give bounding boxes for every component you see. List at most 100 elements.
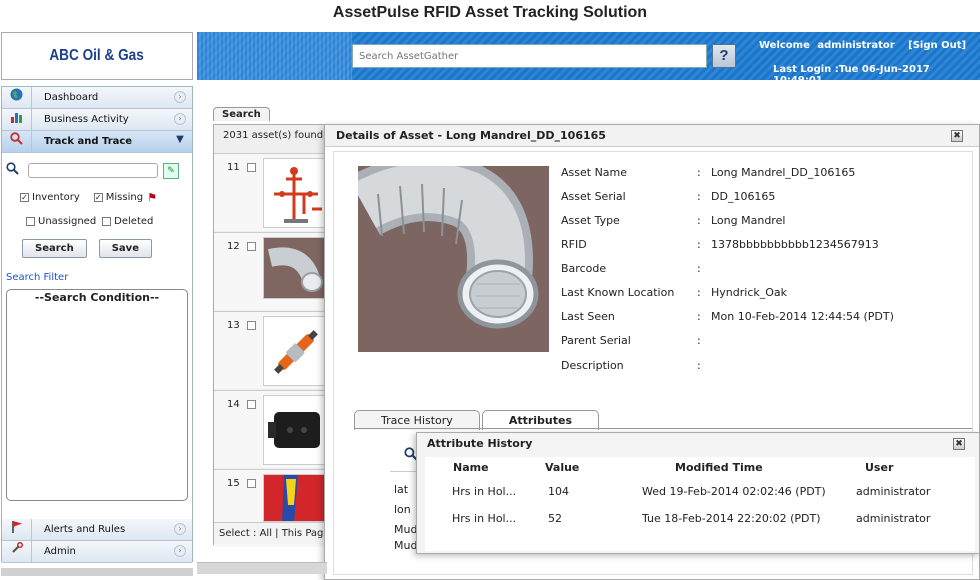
- header-decoration: [197, 32, 352, 80]
- missing-label: Missing: [105, 192, 144, 203]
- field-description: Description:: [561, 359, 701, 372]
- field-asset-serial: Asset Serial: DD_106165: [561, 190, 776, 203]
- tab-trace-history[interactable]: Trace History: [354, 410, 480, 430]
- sidebar-item-label: Track and Trace: [44, 136, 133, 147]
- field-label: Last Known Location: [561, 286, 675, 299]
- field-label: Description: [561, 359, 624, 372]
- last-login: Last Login :Tue 06-Jun-2017 10:49:01: [773, 64, 930, 86]
- field-value: 1378bbbbbbbbbb1234567913: [711, 238, 879, 251]
- dialog-title: Attribute History: [427, 437, 533, 450]
- track-trace-panel: ✎ Inventory Missing ⚑ Unassigned Deleted…: [2, 153, 192, 525]
- sidebar-item-admin[interactable]: Admin ›: [2, 541, 192, 563]
- asset-thumbnail[interactable]: [263, 316, 327, 386]
- check-row: Unassigned Deleted: [26, 216, 188, 227]
- row-number: 13: [227, 320, 240, 331]
- globe-icon: [2, 87, 32, 108]
- cell-value: 104: [548, 485, 569, 498]
- search-filter-link[interactable]: Search Filter: [6, 272, 188, 283]
- chevron-right-icon: ›: [174, 545, 186, 557]
- row-number: 12: [227, 241, 240, 252]
- field-rfid: RFID: 1378bbbbbbbbbb1234567913: [561, 238, 879, 251]
- field-label: Asset Name: [561, 166, 628, 179]
- search-icon: [6, 162, 28, 179]
- welcome-label: Welcome: [759, 40, 810, 51]
- field-value: Long Mandrel_DD_106165: [711, 166, 856, 179]
- list-item[interactable]: 11: [214, 153, 329, 231]
- check-row: Inventory Missing ⚑: [20, 191, 188, 204]
- close-icon[interactable]: ✖: [953, 438, 965, 450]
- sidebar-item-dashboard[interactable]: Dashboard ›: [2, 87, 192, 109]
- selection-footer[interactable]: Select : All | This Page: [214, 522, 329, 544]
- close-icon[interactable]: ✖: [951, 130, 963, 142]
- inventory-checkbox[interactable]: [20, 193, 29, 202]
- list-item[interactable]: 14: [214, 390, 329, 468]
- row-checkbox[interactable]: [247, 479, 256, 488]
- field-barcode: Barcode:: [561, 262, 701, 275]
- wrench-icon: [2, 541, 32, 562]
- field-label: Parent Serial: [561, 334, 631, 347]
- tab-attributes[interactable]: Attributes: [481, 410, 600, 430]
- row-checkbox[interactable]: [247, 400, 256, 409]
- help-button[interactable]: ?: [712, 44, 736, 68]
- attribute-history-dialog: Attribute History ✖ Name Value Modified …: [416, 432, 980, 554]
- field-value: Mon 10-Feb-2014 12:44:54 (PDT): [711, 310, 894, 323]
- filter-input[interactable]: [28, 163, 158, 178]
- row-checkbox[interactable]: [247, 163, 256, 172]
- column-header-name[interactable]: Name: [453, 461, 489, 474]
- sidebar: Dashboard › Business Activity › Track an…: [1, 86, 193, 563]
- field-value: DD_106165: [711, 190, 776, 203]
- asset-thumbnail[interactable]: [263, 158, 327, 228]
- dialog-title: Details of Asset - Long Mandrel_DD_10616…: [325, 125, 979, 147]
- row-number: 15: [227, 478, 240, 489]
- search-condition-title: --Search Condition--: [34, 291, 160, 304]
- horizontal-scrollbar[interactable]: [197, 562, 327, 574]
- chevron-down-icon: ▼: [176, 134, 184, 145]
- sidebar-bottom: Alerts and Rules › Admin ›: [2, 519, 192, 563]
- button-row: Search Save: [22, 239, 188, 258]
- asset-image: [358, 166, 549, 352]
- cell-user: administrator: [856, 485, 931, 498]
- cell-modified: Wed 19-Feb-2014 02:02:46 (PDT): [642, 485, 826, 498]
- cell-name: Hrs in Hol...: [452, 512, 517, 525]
- asset-thumbnail[interactable]: [263, 237, 327, 299]
- field-last-known-location: Last Known Location: Hyndrick_Oak: [561, 286, 788, 299]
- tab-search[interactable]: Search: [213, 107, 270, 121]
- field-label: Barcode: [561, 262, 607, 275]
- search-condition-box[interactable]: --Search Condition--: [6, 289, 188, 501]
- sidebar-scrollbar[interactable]: [1, 568, 193, 576]
- company-logo[interactable]: ABC Oil & Gas: [1, 32, 193, 80]
- apply-filter-icon[interactable]: ✎: [163, 162, 179, 179]
- logo-text: ABC Oil & Gas: [49, 47, 145, 64]
- sidebar-item-alerts[interactable]: Alerts and Rules ›: [2, 519, 192, 541]
- column-header-user[interactable]: User: [865, 461, 893, 474]
- asset-thumbnail[interactable]: [263, 395, 327, 465]
- field-label: Asset Type: [561, 214, 620, 227]
- sidebar-item-track-and-trace[interactable]: Track and Trace ▼: [2, 131, 192, 153]
- row-checkbox[interactable]: [247, 242, 256, 251]
- row-checkbox[interactable]: [247, 321, 256, 330]
- sidebar-item-business-activity[interactable]: Business Activity ›: [2, 109, 192, 131]
- field-label: Last Seen: [561, 310, 615, 323]
- global-search-input[interactable]: [352, 44, 707, 68]
- field-parent-serial: Parent Serial:: [561, 334, 701, 347]
- signout-link[interactable]: [Sign Out]: [908, 40, 966, 51]
- cell-name: Hrs in Hol...: [452, 485, 517, 498]
- detail-tabs: Trace History Attributes: [354, 410, 600, 430]
- sidebar-item-label: Admin: [44, 546, 76, 557]
- sidebar-item-label: Business Activity: [44, 114, 129, 125]
- field-asset-name: Asset Name: Long Mandrel_DD_106165: [561, 166, 856, 179]
- search-button[interactable]: Search: [22, 239, 87, 258]
- app-title: AssetPulse RFID Asset Tracking Solution: [332, 4, 648, 21]
- column-header-value[interactable]: Value: [545, 461, 579, 474]
- save-button[interactable]: Save: [98, 239, 152, 258]
- list-item[interactable]: 12: [214, 232, 329, 310]
- deleted-label: Deleted: [114, 216, 154, 227]
- asset-thumbnail[interactable]: [263, 474, 327, 522]
- row-number: 14: [227, 399, 240, 410]
- missing-checkbox[interactable]: [93, 193, 103, 202]
- unassigned-checkbox[interactable]: [26, 217, 35, 226]
- list-item[interactable]: 13: [214, 311, 329, 389]
- column-header-modified[interactable]: Modified Time: [675, 461, 763, 474]
- cell-modified: Tue 18-Feb-2014 22:20:02 (PDT): [642, 512, 821, 525]
- deleted-checkbox[interactable]: [102, 217, 112, 226]
